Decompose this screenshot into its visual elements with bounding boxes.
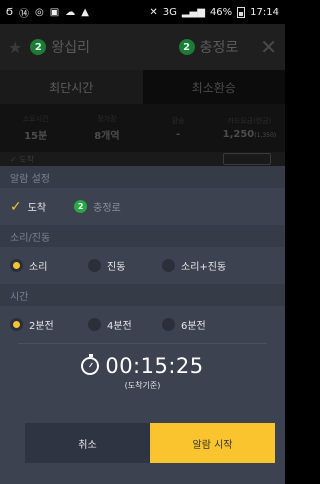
- time-section-title: 시간: [0, 284, 285, 306]
- alarm-section-title: 알람 설정: [0, 166, 285, 188]
- fare-cash: (1,350): [254, 132, 277, 139]
- gallery-icon: ▣: [49, 6, 60, 18]
- summary-stations-head: 정거장: [97, 115, 117, 123]
- radio-selected-icon: [10, 318, 23, 331]
- action-buttons: 취소 알람 시작: [25, 423, 275, 463]
- background-row: ✓ 도착: [0, 152, 285, 166]
- app-icon: Ϭ: [6, 6, 13, 18]
- close-icon[interactable]: ✕: [260, 35, 277, 59]
- start-alarm-button[interactable]: 알람 시작: [150, 423, 275, 463]
- sound-option-sound[interactable]: 소리: [10, 258, 88, 273]
- sound-section-title: 소리/진동: [0, 225, 285, 247]
- radio-icon: [162, 318, 175, 331]
- status-bar: Ϭ ⑭ ◎ ▣ ☁ ▲ ✕ 3G ▂▄▆ 46% 17:14: [0, 0, 285, 24]
- status-icons-left: Ϭ ⑭ ◎ ▣ ☁ ▲: [6, 5, 89, 20]
- radio-icon: [88, 259, 101, 272]
- check-icon: ✓: [10, 198, 22, 215]
- summary-time: 소요시간 15분: [0, 104, 71, 152]
- summary-fare: 카드요금(현금) 1,250(1,350): [214, 104, 285, 152]
- both-option-label: 소리+진동: [181, 262, 227, 273]
- destination-name: 충정로: [199, 40, 239, 56]
- summary-fare-head: 카드요금(현금): [227, 117, 272, 125]
- summary-transfers-value: -: [176, 129, 181, 140]
- origin-station[interactable]: 2 왕십리: [30, 37, 90, 57]
- countdown-value: 00:15:25: [105, 354, 204, 378]
- sound-options: 소리 진동 소리+진동: [0, 247, 285, 284]
- summary-transfers: 환승 -: [143, 104, 214, 152]
- line-2-badge: 2: [74, 200, 88, 213]
- countdown-basis: (도착기준): [124, 381, 161, 390]
- arrival-station: 2 충정로: [74, 199, 121, 214]
- arrival-station-name: 충정로: [93, 203, 121, 214]
- time-option-4min[interactable]: 4분전: [88, 317, 162, 332]
- arrival-label: 도착: [27, 203, 47, 214]
- tab-fewest-transfers[interactable]: 최소환승: [143, 70, 286, 104]
- origin-line-badge: 2: [30, 39, 47, 55]
- background-alarm-button: [223, 153, 271, 165]
- summary-fare-value: 1,250(1,350): [223, 129, 277, 140]
- time-6min-label: 6분전: [181, 321, 206, 332]
- time-option-6min[interactable]: 6분전: [162, 317, 206, 332]
- cancel-button[interactable]: 취소: [25, 423, 150, 463]
- time-option-2min[interactable]: 2분전: [10, 317, 88, 332]
- battery-percent: 46%: [209, 6, 233, 18]
- alarm-settings-sheet: 알람 설정 ✓ 도착 2 충정로 소리/진동 소리 진동 소리+진동 시간 2분…: [0, 166, 285, 484]
- route-tabs: 최단시간 최소환승: [0, 70, 285, 104]
- summary-time-head: 소요시간: [22, 115, 49, 123]
- background-arrival-label: ✓ 도착: [10, 155, 34, 164]
- stopwatch-icon: [81, 354, 100, 375]
- summary-time-value: 15분: [24, 131, 48, 142]
- time-4min-label: 4분전: [107, 321, 132, 332]
- arrival-row: ✓ 도착 2 충정로: [0, 188, 285, 225]
- clock: 17:14: [250, 6, 279, 18]
- summary-transfers-head: 환승: [171, 117, 185, 125]
- sound-option-vibrate[interactable]: 진동: [88, 258, 162, 273]
- fare-card: 1,250: [222, 129, 255, 140]
- tab-fastest[interactable]: 최단시간: [0, 70, 143, 104]
- summary-stations-value: 8개역: [94, 131, 120, 142]
- cloud-icon: ☁: [65, 6, 76, 18]
- sound-option-label: 소리: [29, 262, 48, 273]
- warning-icon: ▲: [81, 6, 89, 18]
- divider: [18, 343, 267, 344]
- signal-icon: ▂▄▆: [181, 6, 205, 18]
- route-header: ★ 2 왕십리 2 충정로 ✕: [0, 24, 285, 70]
- radio-selected-icon: [10, 259, 23, 272]
- time-options: 2분전 4분전 6분전: [0, 306, 285, 343]
- radio-icon: [88, 318, 101, 331]
- radio-icon: [162, 259, 175, 272]
- sound-option-both[interactable]: 소리+진동: [162, 258, 226, 273]
- destination-line-badge: 2: [178, 39, 195, 55]
- mute-icon: ✕: [149, 6, 158, 18]
- battery-icon: [237, 6, 246, 18]
- time-2min-label: 2분전: [29, 321, 54, 332]
- status-icons-right: ✕ 3G ▂▄▆ 46% 17:14: [149, 6, 279, 18]
- sync-icon: ◎: [35, 6, 44, 18]
- origin-name: 왕십리: [51, 40, 90, 56]
- route-summary: 소요시간 15분 정거장 8개역 환승 - 카드요금(현금) 1,250(1,3…: [0, 104, 285, 152]
- summary-stations: 정거장 8개역: [71, 104, 142, 152]
- vibrate-option-label: 진동: [107, 262, 126, 273]
- notification-icon: ⑭: [19, 8, 29, 20]
- network-label: 3G: [162, 6, 177, 18]
- arrival-option[interactable]: ✓ 도착: [10, 198, 47, 215]
- favorite-star-icon[interactable]: ★: [8, 38, 22, 57]
- countdown: 00:15:25: [0, 354, 285, 378]
- destination-station[interactable]: 2 충정로: [178, 37, 239, 57]
